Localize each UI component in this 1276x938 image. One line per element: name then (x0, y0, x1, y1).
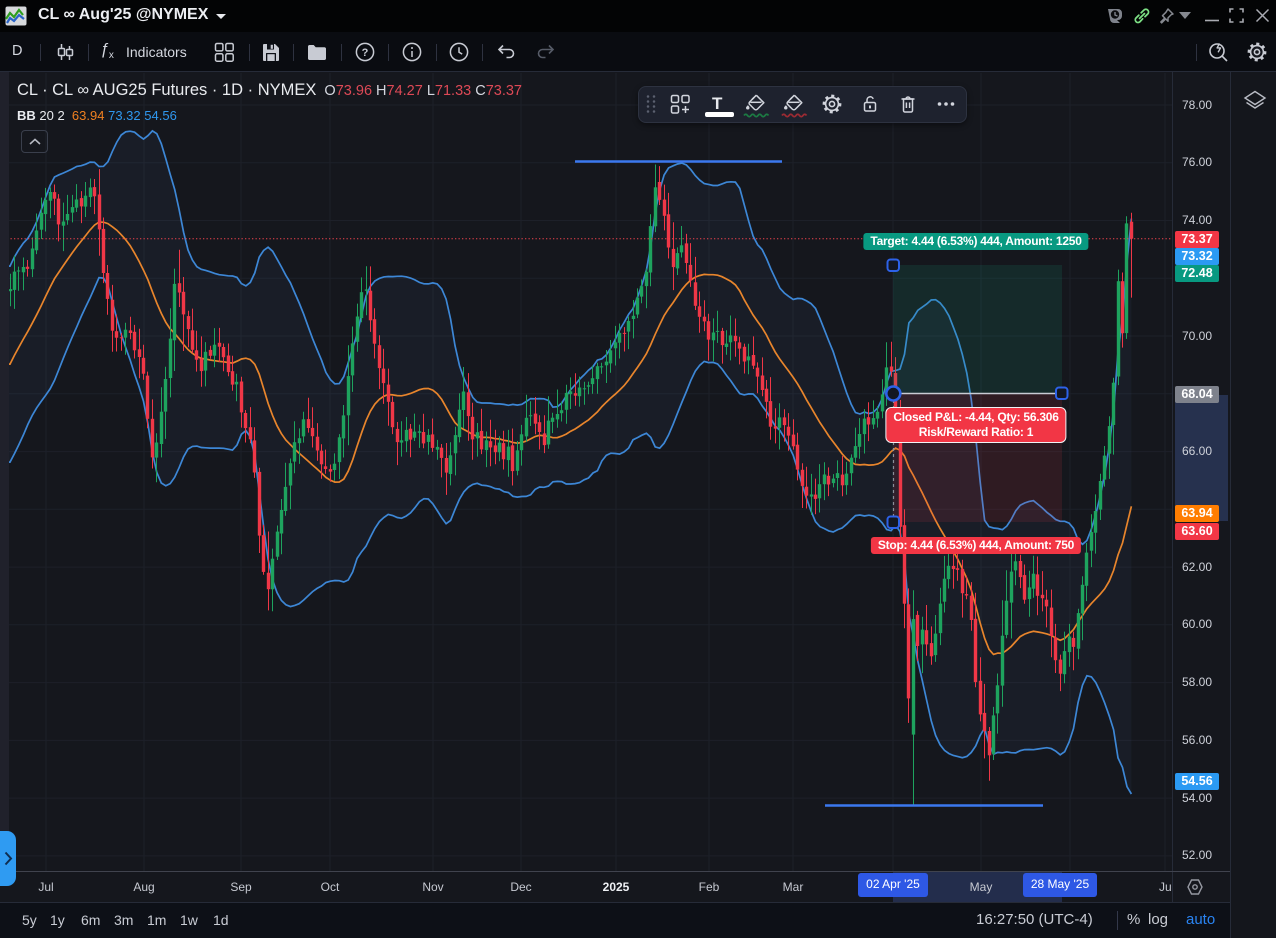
svg-text:?: ? (362, 47, 369, 59)
